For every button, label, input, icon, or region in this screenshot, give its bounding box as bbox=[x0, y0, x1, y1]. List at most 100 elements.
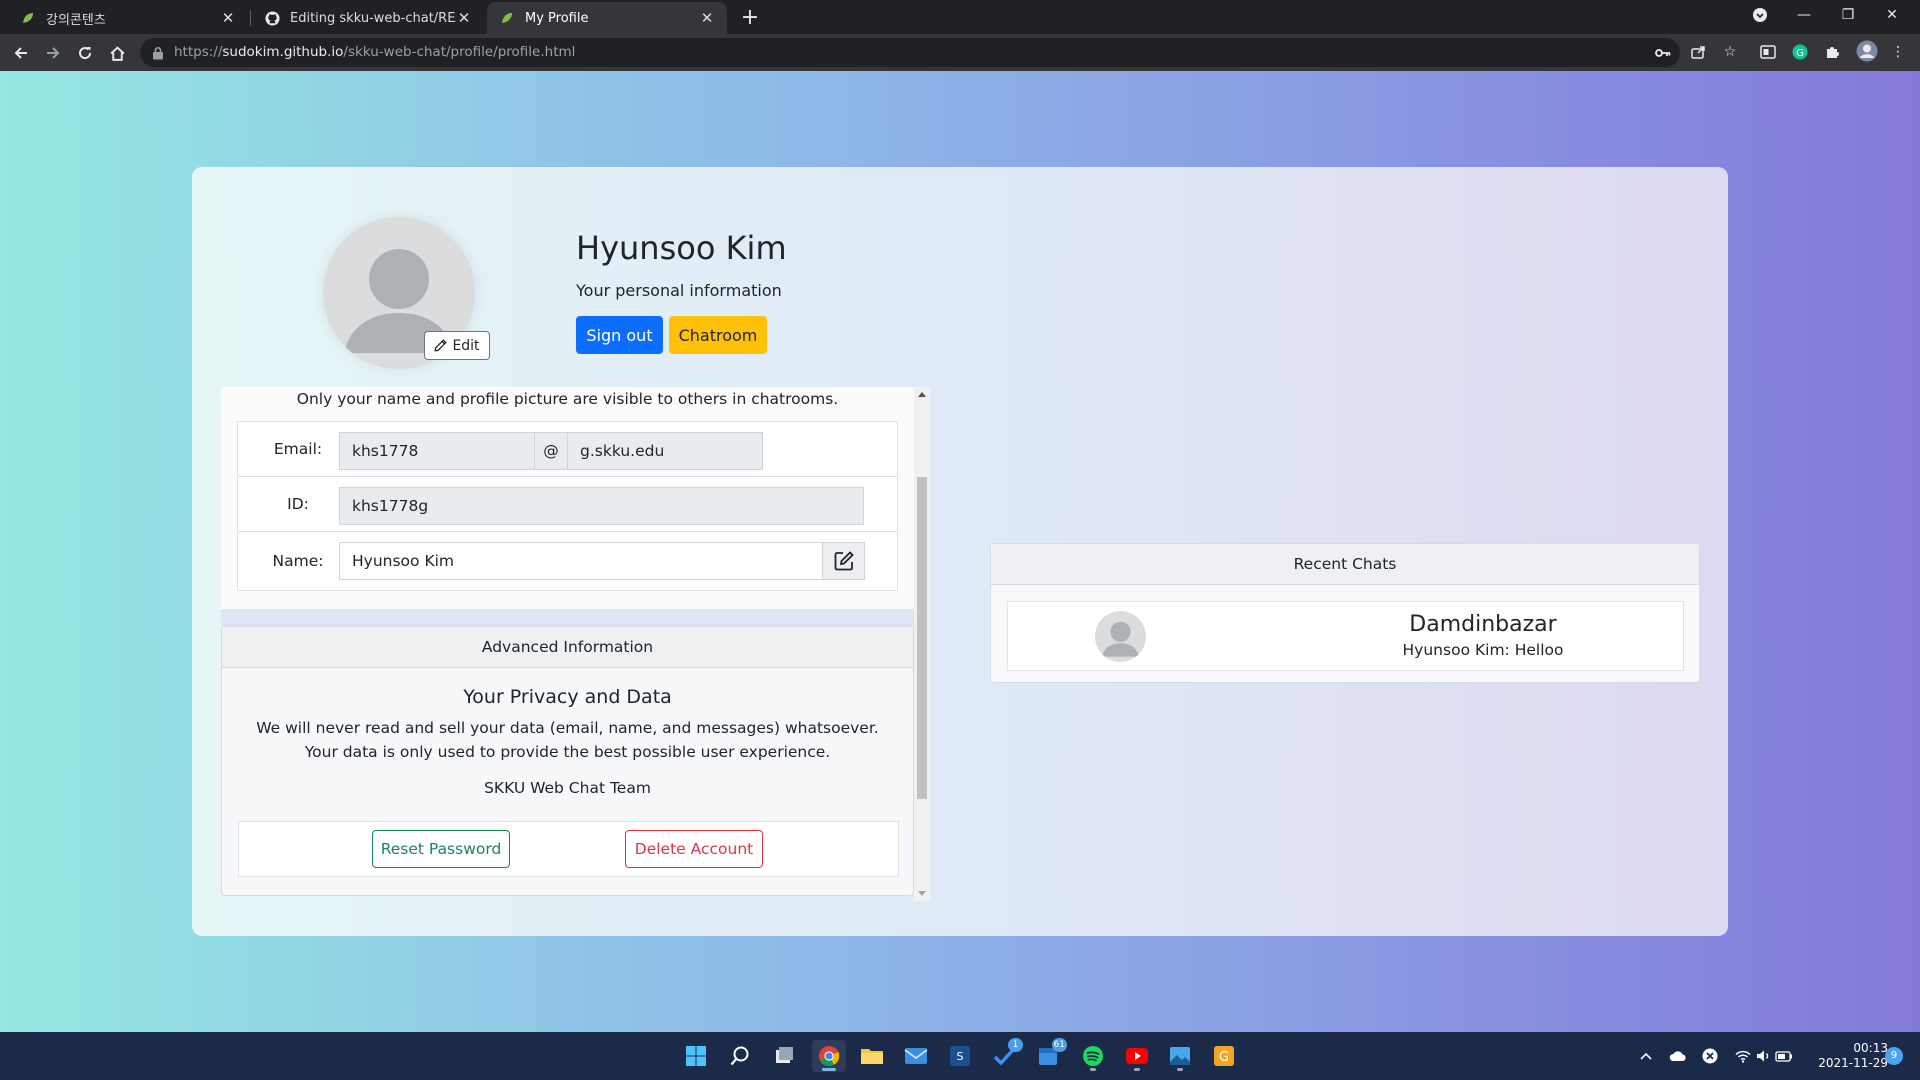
sign-out-button[interactable]: Sign out bbox=[576, 316, 663, 354]
star-icon[interactable]: ☆ bbox=[1720, 42, 1740, 62]
search-button[interactable] bbox=[723, 1040, 757, 1072]
password-key-icon[interactable] bbox=[1654, 44, 1672, 62]
battery-icon[interactable] bbox=[1774, 1046, 1794, 1066]
email-user-field[interactable]: khs1778 bbox=[339, 432, 535, 470]
running-indicator bbox=[1090, 1068, 1096, 1071]
tab-github-readme[interactable]: Editing skku-web-chat/README ✕ bbox=[252, 2, 484, 34]
youtube-button[interactable] bbox=[1120, 1040, 1154, 1072]
folder-icon bbox=[861, 1049, 883, 1064]
delete-account-button[interactable]: Delete Account bbox=[625, 830, 763, 868]
profile-scroll-panel[interactable]: Only your name and profile picture are v… bbox=[221, 387, 930, 901]
system-clock[interactable]: 00:13 2021-11-29 bbox=[1796, 1041, 1888, 1071]
tab-lecture-content[interactable]: 강의콘텐츠 ✕ bbox=[8, 2, 248, 34]
profile-name-heading: Hyunsoo Kim bbox=[576, 229, 787, 267]
privacy-text: We will never read and sell your data (e… bbox=[256, 719, 879, 761]
back-button[interactable] bbox=[7, 39, 35, 67]
task-view-icon bbox=[776, 1047, 793, 1063]
address-bar[interactable]: https://sudokim.github.io/skku-web-chat/… bbox=[140, 38, 1680, 67]
profile-card: Edit Hyunsoo Kim Your personal informati… bbox=[192, 167, 1728, 936]
edit-square-icon bbox=[834, 551, 854, 571]
wifi-icon[interactable] bbox=[1733, 1046, 1753, 1066]
url-host: sudokim.github.io bbox=[222, 44, 344, 60]
profile-picture: Edit bbox=[323, 217, 490, 369]
tab-title: 강의콘텐츠 bbox=[46, 12, 106, 28]
reload-button[interactable] bbox=[71, 39, 99, 67]
clock-date: 2021-11-29 bbox=[1818, 1056, 1888, 1070]
edit-label: Edit bbox=[452, 337, 480, 354]
office-app-button[interactable]: G bbox=[1207, 1040, 1241, 1072]
personal-info-table: Email: khs1778 @ g.skku.edu ID: khs1778g… bbox=[237, 421, 898, 591]
volume-icon[interactable] bbox=[1753, 1046, 1773, 1066]
minimize-button[interactable]: — bbox=[1782, 0, 1826, 30]
skku-app-button[interactable]: S bbox=[943, 1040, 977, 1072]
scroll-content: Only your name and profile picture are v… bbox=[221, 387, 914, 896]
advanced-info-card: Advanced Information Your Privacy and Da… bbox=[221, 626, 914, 896]
name-field[interactable]: Hyunsoo Kim bbox=[339, 542, 823, 580]
notification-count-badge[interactable]: 9 bbox=[1885, 1047, 1903, 1065]
running-indicator bbox=[1177, 1068, 1183, 1071]
chrome-taskbar-button[interactable] bbox=[812, 1040, 846, 1072]
url-scheme: https:// bbox=[174, 44, 223, 60]
scrollbar-thumb[interactable] bbox=[917, 477, 927, 799]
url-path: /skku-web-chat/profile/profile.html bbox=[343, 44, 576, 60]
photos-button[interactable] bbox=[1163, 1040, 1197, 1072]
task-view-button[interactable] bbox=[767, 1040, 801, 1072]
scroll-down-arrow-icon[interactable] bbox=[918, 891, 926, 896]
active-indicator bbox=[822, 1068, 836, 1071]
close-icon[interactable]: ✕ bbox=[456, 10, 472, 26]
pencil-icon bbox=[434, 339, 448, 352]
id-field[interactable]: khs1778g bbox=[339, 487, 864, 525]
mail-button[interactable] bbox=[899, 1040, 933, 1072]
forward-button[interactable] bbox=[39, 39, 67, 67]
team-signature: SKKU Web Chat Team bbox=[484, 779, 651, 797]
email-row: Email: khs1778 @ g.skku.edu bbox=[238, 422, 897, 477]
clock-time: 00:13 bbox=[1853, 1041, 1888, 1055]
email-domain-field[interactable]: g.skku.edu bbox=[567, 432, 763, 470]
spotify-button[interactable] bbox=[1076, 1040, 1110, 1072]
visibility-note: Only your name and profile picture are v… bbox=[296, 390, 839, 408]
vertical-scrollbar[interactable] bbox=[914, 387, 930, 901]
home-button[interactable] bbox=[103, 39, 131, 67]
recent-chats-card: Recent Chats Damdinbazar Hyunsoo Kim: He… bbox=[990, 543, 1700, 683]
grammarly-icon[interactable]: G bbox=[1790, 42, 1810, 62]
window-close-button[interactable]: ✕ bbox=[1870, 0, 1914, 30]
arrow-right-icon bbox=[47, 47, 60, 59]
chat-list-item[interactable]: Damdinbazar Hyunsoo Kim: Helloo bbox=[1007, 601, 1684, 671]
restore-button[interactable]: ❐ bbox=[1826, 0, 1870, 30]
app-tray-icon[interactable] bbox=[1700, 1046, 1720, 1066]
chatroom-button[interactable]: Chatroom bbox=[669, 316, 767, 354]
tab-divider bbox=[250, 10, 251, 26]
file-explorer-button[interactable] bbox=[855, 1040, 889, 1072]
profile-avatar-icon[interactable] bbox=[1856, 40, 1878, 62]
share-icon[interactable] bbox=[1688, 42, 1708, 62]
tab-search-button[interactable] bbox=[1738, 0, 1782, 30]
app-logo-icon: G bbox=[1214, 1046, 1234, 1066]
onedrive-cloud-icon[interactable] bbox=[1668, 1046, 1688, 1066]
reading-list-icon[interactable] bbox=[1758, 42, 1778, 62]
lock-icon[interactable] bbox=[152, 45, 164, 64]
calendar-button[interactable]: 61 bbox=[1031, 1038, 1067, 1072]
start-button[interactable] bbox=[679, 1040, 713, 1072]
close-icon[interactable]: ✕ bbox=[220, 10, 236, 26]
todo-button[interactable]: 1 bbox=[987, 1038, 1023, 1072]
new-tab-button[interactable]: + bbox=[737, 5, 763, 31]
arrow-left-icon bbox=[14, 47, 27, 59]
extensions-puzzle-icon[interactable] bbox=[1822, 42, 1842, 62]
user-silhouette-icon bbox=[1102, 621, 1139, 657]
edit-name-button[interactable] bbox=[822, 542, 865, 580]
chrome-icon bbox=[819, 1046, 840, 1067]
close-icon[interactable]: ✕ bbox=[699, 10, 715, 26]
scroll-up-arrow-icon[interactable] bbox=[918, 392, 926, 397]
chevron-up-icon[interactable] bbox=[1636, 1046, 1656, 1066]
photos-icon bbox=[1170, 1047, 1190, 1065]
profile-subtitle: Your personal information bbox=[576, 281, 782, 300]
tab-my-profile[interactable]: My Profile ✕ bbox=[487, 2, 727, 34]
reset-password-button[interactable]: Reset Password bbox=[372, 830, 510, 868]
url-text: https://sudokim.github.io/skku-web-chat/… bbox=[174, 44, 575, 60]
kebab-menu-icon[interactable]: ⋮ bbox=[1888, 42, 1908, 62]
running-indicator bbox=[1134, 1068, 1140, 1071]
youtube-icon bbox=[1126, 1048, 1148, 1064]
edit-picture-button[interactable]: Edit bbox=[424, 331, 490, 360]
advanced-info-header: Advanced Information bbox=[222, 627, 913, 668]
github-icon bbox=[264, 10, 280, 26]
